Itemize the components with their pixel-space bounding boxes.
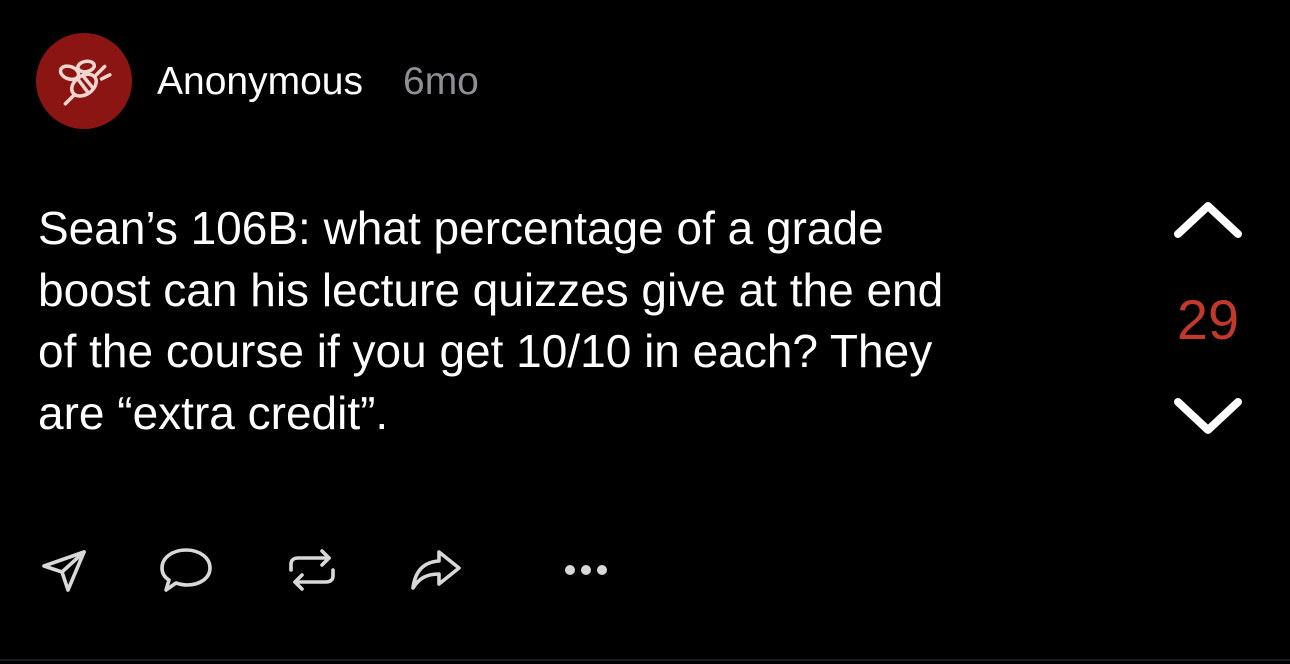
- downvote-button[interactable]: [1168, 390, 1248, 444]
- more-button[interactable]: [556, 540, 616, 600]
- send-icon: [42, 550, 86, 592]
- more-icon: [565, 565, 607, 575]
- send-button[interactable]: [34, 540, 94, 600]
- repost-button[interactable]: [282, 540, 342, 600]
- share-button[interactable]: [406, 540, 466, 600]
- avatar[interactable]: [36, 33, 132, 129]
- chevron-up-icon: [1174, 202, 1242, 238]
- repost-icon: [289, 549, 335, 591]
- post-body: Sean’s 106B: what percentage of a grade …: [38, 202, 944, 439]
- vote-control: 29: [1160, 190, 1256, 450]
- comment-icon: [160, 548, 212, 592]
- upvote-button[interactable]: [1168, 190, 1248, 244]
- post-timestamp: 6mo: [403, 60, 479, 103]
- comment-button[interactable]: [156, 540, 216, 600]
- vote-count: 29: [1176, 288, 1240, 351]
- author-name[interactable]: Anonymous: [157, 59, 363, 105]
- bee-icon: [58, 59, 112, 106]
- divider: [0, 659, 1290, 661]
- chevron-down-icon: [1174, 398, 1242, 434]
- share-icon: [411, 550, 461, 590]
